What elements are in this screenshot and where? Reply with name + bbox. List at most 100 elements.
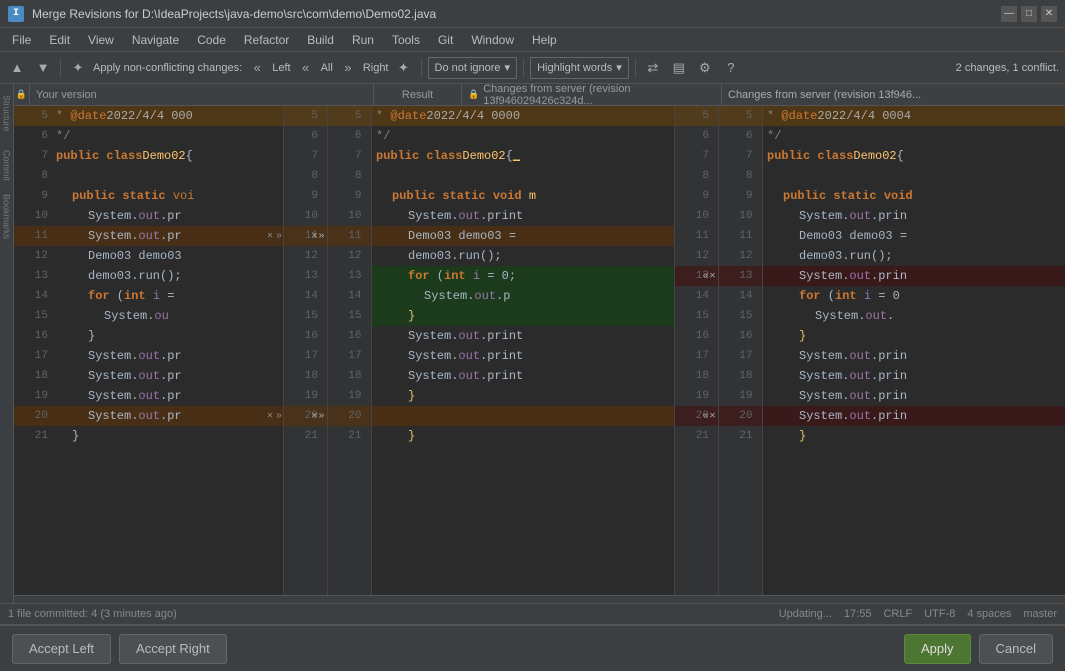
center-code-7: public class Demo02 {_ — [372, 146, 674, 166]
left-code-16: } — [52, 326, 283, 346]
right-line-5: * @date 2022/4/4 0004 — [763, 106, 1065, 126]
x-icon-2[interactable]: ✕ — [311, 410, 317, 422]
center-code-12: demo03.run(); — [372, 246, 674, 266]
menu-build[interactable]: Build — [299, 31, 342, 49]
magic2-button[interactable]: ✦ — [393, 57, 415, 79]
changes-badge: 2 changes, 1 conflict. — [956, 62, 1059, 74]
menu-git[interactable]: Git — [430, 31, 461, 49]
left-pane: 5 * @date 2022/4/4 000 6 */ 7 public cla… — [14, 106, 284, 595]
menu-tools[interactable]: Tools — [384, 31, 428, 49]
menu-help[interactable]: Help — [524, 31, 565, 49]
rg-ln-6: 6 — [675, 126, 718, 146]
right-code-11: Demo03 demo03 = — [763, 226, 1065, 246]
left-code-17: System.out.pr — [52, 346, 283, 366]
menu-view[interactable]: View — [80, 31, 122, 49]
x-icon-3[interactable]: ✕ — [709, 270, 715, 282]
minimize-button[interactable]: — — [1001, 6, 1017, 22]
commit-tab[interactable]: Commit — [1, 140, 13, 190]
double-right-icon[interactable]: » — [318, 231, 324, 242]
double-right-icon-2[interactable]: » — [318, 411, 324, 422]
cancel-button[interactable]: Cancel — [979, 634, 1053, 664]
right-code-21: } — [763, 426, 1065, 446]
right-line-16: } — [763, 326, 1065, 346]
accept-left-button[interactable]: Accept Left — [12, 634, 111, 664]
cg-ln-17: 17 — [284, 346, 327, 366]
left-linenum-13: 13 — [14, 270, 52, 282]
center-code-lines: * @date 2022/4/4 0000 */ public class De… — [372, 106, 674, 446]
right-line-7: public class Demo02 { — [763, 146, 1065, 166]
apply-magic-button[interactable]: ✦ — [67, 57, 89, 79]
menu-refactor[interactable]: Refactor — [236, 31, 297, 49]
structure-tab[interactable]: Structure — [1, 88, 13, 138]
menu-window[interactable]: Window — [463, 31, 522, 49]
left-line-12: 12 Demo03 demo03 — [14, 246, 283, 266]
right-code-lines: * @date 2022/4/4 0004 */ public class De… — [763, 106, 1065, 446]
x-icon[interactable]: ✕ — [311, 230, 317, 242]
left-label: Left — [272, 62, 290, 74]
apply-right-button[interactable]: » — [337, 57, 359, 79]
rg-rn-6: 6 — [719, 126, 763, 146]
center-code-17: System.out.print — [372, 346, 674, 366]
rg-ln-21: 21 — [675, 426, 718, 446]
diff-main: 🔒 Your version Result 🔒 Changes from ser… — [14, 84, 1065, 603]
right-code-5: * @date 2022/4/4 0004 — [763, 106, 1065, 126]
close-button[interactable]: ✕ — [1041, 6, 1057, 22]
cg-rn-15: 15 — [328, 306, 372, 326]
menu-edit[interactable]: Edit — [41, 31, 78, 49]
apply-all-button[interactable]: « — [295, 57, 317, 79]
next-change-button[interactable]: ▼ — [32, 57, 54, 79]
cg-rn-18: 18 — [328, 366, 372, 386]
app-icon: I — [8, 6, 24, 22]
menu-run[interactable]: Run — [344, 31, 382, 49]
left-line-15: 15 System.ou — [14, 306, 283, 326]
apply-left-button[interactable]: « — [246, 57, 268, 79]
cg-rn-21: 21 — [328, 426, 372, 446]
highlight-words-dropdown[interactable]: Highlight words ▾ — [530, 57, 629, 79]
ignore-dropdown[interactable]: Do not ignore ▾ — [428, 57, 518, 79]
bookmarks-tab[interactable]: Bookmarks — [1, 192, 13, 242]
accept-left-btn-20[interactable]: ✕ — [266, 410, 274, 422]
accept-right-btn-11[interactable]: » — [275, 231, 283, 242]
maximize-button[interactable]: □ — [1021, 6, 1037, 22]
left-code-5: * @date 2022/4/4 000 — [52, 106, 283, 126]
menu-file[interactable]: File — [4, 31, 39, 49]
column-headers: 🔒 Your version Result 🔒 Changes from ser… — [14, 84, 1065, 106]
cg-rn-6: 6 — [328, 126, 372, 146]
right-line-18: System.out.prin — [763, 366, 1065, 386]
double-left-icon-2[interactable]: « — [702, 411, 708, 422]
x-icon-4[interactable]: ✕ — [709, 410, 715, 422]
cg-rn-11: 11 — [328, 226, 372, 246]
center-line-9: public static void m — [372, 186, 674, 206]
left-code-12: Demo03 demo03 — [52, 246, 283, 266]
center-code-5: * @date 2022/4/4 0000 — [372, 106, 674, 126]
left-linenum-20: 20 — [14, 410, 52, 422]
rg-rn-13: 13 — [719, 266, 763, 286]
rg-ln-20: 20 « ✕ — [675, 406, 718, 426]
bottom-bar: Accept Left Accept Right Apply Cancel — [0, 625, 1065, 671]
settings-icon[interactable]: ⚙ — [694, 57, 716, 79]
rg-ln-14: 14 — [675, 286, 718, 306]
apply-button[interactable]: Apply — [904, 634, 971, 664]
double-left-icon[interactable]: « — [702, 271, 708, 282]
menu-navigate[interactable]: Navigate — [124, 31, 187, 49]
left-linenum-7: 7 — [14, 150, 52, 162]
center-pane: * @date 2022/4/4 0000 */ public class De… — [372, 106, 675, 595]
rg-conflict-13: « ✕ — [702, 270, 715, 282]
horizontal-scrollbar[interactable] — [14, 595, 1065, 603]
prev-change-button[interactable]: ▲ — [6, 57, 28, 79]
accept-right-button[interactable]: Accept Right — [119, 634, 227, 664]
content-area: Structure Commit Bookmarks 🔒 Your versio… — [0, 84, 1065, 603]
menu-code[interactable]: Code — [189, 31, 234, 49]
center-line-16: System.out.print — [372, 326, 674, 346]
center-code-8 — [372, 166, 674, 186]
accept-left-btn-11[interactable]: ✕ — [266, 230, 274, 242]
accept-right-btn-20[interactable]: » — [275, 411, 283, 422]
left-line-5: 5 * @date 2022/4/4 000 — [14, 106, 283, 126]
left-line-18: 18 System.out.pr — [14, 366, 283, 386]
title-bar-controls: — □ ✕ — [1001, 6, 1057, 22]
columns-button[interactable]: ▤ — [668, 57, 690, 79]
help-button[interactable]: ? — [720, 57, 742, 79]
center-line-21: } — [372, 426, 674, 446]
center-line-15: } — [372, 306, 674, 326]
diff-options-button[interactable]: ⇄ — [642, 57, 664, 79]
